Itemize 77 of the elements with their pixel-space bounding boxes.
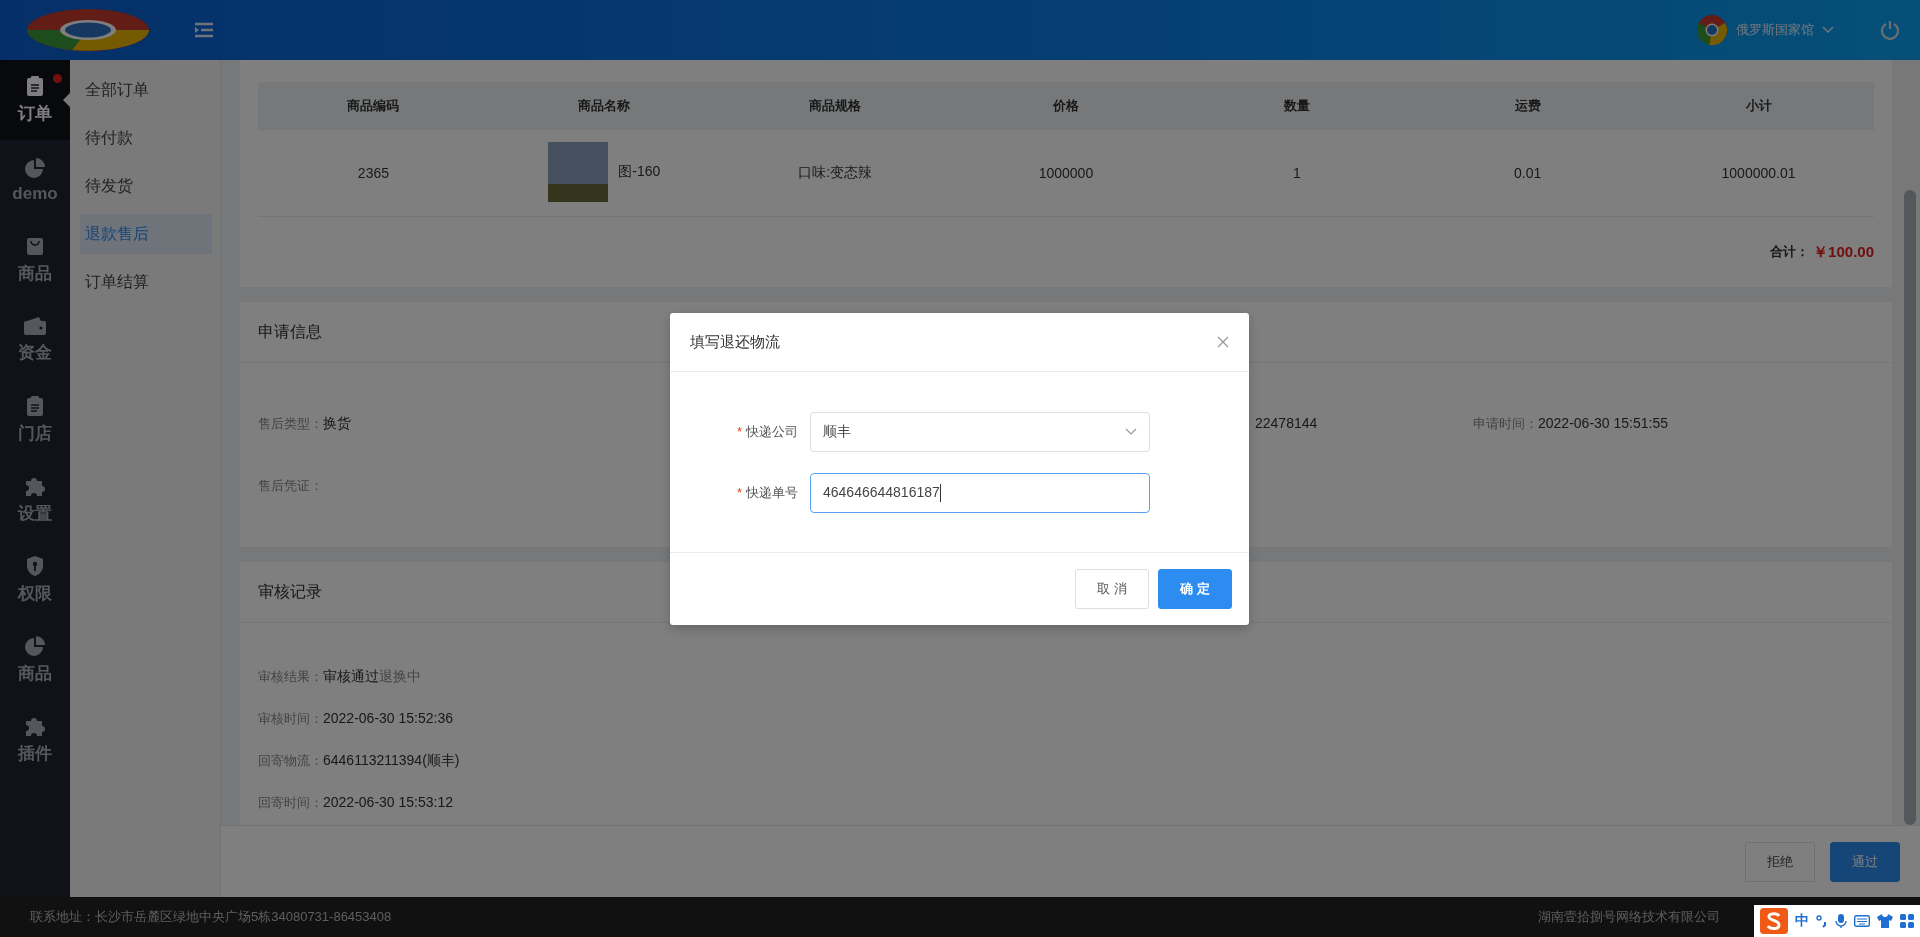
table-cell: 2365 (357, 165, 389, 181)
field-label: 审核结果： (258, 669, 323, 684)
shirt-icon[interactable] (1877, 914, 1893, 928)
nav-item[interactable]: 资金 (0, 300, 70, 380)
nav-item[interactable]: 商品 (0, 620, 70, 700)
field-value: 换货 (323, 415, 351, 431)
keyboard-icon[interactable] (1854, 915, 1870, 927)
column-header: 商品规格 (719, 82, 951, 130)
photo-placeholder (548, 141, 609, 202)
column-header: 价格 (950, 82, 1182, 130)
nav-item[interactable]: 设置 (0, 460, 70, 540)
cancel-button[interactable]: 取 消 (1075, 569, 1149, 609)
ime-logo-icon[interactable] (1760, 908, 1788, 934)
total-amount: ￥100.00 (1813, 242, 1874, 262)
nav-item[interactable]: 订单 (0, 60, 70, 140)
submenu-item[interactable]: 全部订单 (80, 70, 212, 110)
chevron-down-icon (1822, 26, 1834, 34)
submenu-item[interactable]: 待付款 (80, 118, 212, 158)
reject-button[interactable]: 拒绝 (1745, 841, 1815, 882)
submenu-item[interactable]: 待发货 (80, 166, 212, 206)
wallet-icon (23, 316, 47, 336)
required-mark: * (736, 424, 742, 439)
puzzle-icon (24, 475, 46, 497)
nav-item[interactable]: 插件 (0, 700, 70, 780)
puzzle-icon (24, 715, 46, 737)
confirm-button[interactable]: 确 定 (1158, 569, 1232, 609)
menu-icon[interactable] (194, 22, 214, 38)
pie-chart-icon (24, 156, 46, 179)
contact-address: 联系地址：长沙市岳麓区绿地中央广场5栋34080731-86453408 (30, 908, 392, 926)
clipboard-icon (25, 75, 45, 97)
column-header: 运费 (1412, 82, 1644, 130)
table-cell: 1000000.01 (1721, 165, 1796, 181)
company-name: 湖南壹拾捌号网络技术有限公司 (1538, 908, 1720, 926)
tracking-number-field[interactable]: 464646644816187 (810, 473, 1150, 513)
field-label: 审核时间： (258, 711, 323, 726)
table-cell: 1 (1292, 165, 1301, 181)
field-value: 22478144 (1255, 415, 1318, 431)
clipboard-icon (25, 395, 45, 417)
courier-select[interactable]: 顺丰 (810, 412, 1150, 452)
table-cell: 图-160 (618, 162, 661, 181)
user-menu[interactable]: 俄罗斯国家馆 (1696, 14, 1834, 46)
nav-item[interactable]: 门店 (0, 380, 70, 460)
input-mode-toggle[interactable]: 中 (1795, 912, 1809, 930)
close-icon[interactable] (1217, 336, 1229, 348)
field-value: 审核通过 (323, 668, 379, 684)
column-header: 数量 (1181, 82, 1413, 130)
nav-item[interactable]: 商品 (0, 220, 70, 300)
punctuation-icon[interactable] (1816, 914, 1828, 928)
approve-button[interactable]: 通过 (1830, 841, 1900, 882)
column-header: 小计 (1643, 82, 1874, 130)
column-header: 商品编码 (258, 82, 489, 130)
required-mark: * (736, 485, 742, 500)
total-label: 合计： (1770, 243, 1810, 261)
nav-item[interactable]: demo (0, 140, 70, 220)
chevron-down-icon (1125, 428, 1137, 436)
status-text: 退换中 (379, 668, 421, 684)
nav-item[interactable]: 权限 (0, 540, 70, 620)
dialog-title: 填写退还物流 (690, 332, 780, 352)
field-label: 快递公司 (746, 424, 798, 439)
table-cell: 0.01 (1514, 165, 1542, 181)
submenu-item[interactable]: 退款售后 (80, 214, 212, 254)
bag-icon (25, 235, 45, 257)
field-label: 售后凭证： (258, 478, 323, 493)
microphone-icon[interactable] (1835, 913, 1847, 929)
field-value: 2022-06-30 15:51:55 (1538, 415, 1668, 431)
pie-chart-icon (24, 635, 46, 657)
field-label: 快递单号 (746, 485, 798, 500)
table-cell: 口味:变态辣 (798, 164, 873, 180)
submenu-item[interactable]: 订单结算 (80, 262, 212, 302)
grid-icon[interactable] (1900, 914, 1914, 928)
field-label: 售后类型： (258, 416, 323, 431)
globe-logo-icon (1696, 14, 1728, 46)
table-cell: 1000000 (1038, 165, 1094, 181)
column-header: 商品名称 (488, 82, 720, 130)
field-value: 2022-06-30 15:52:36 (323, 710, 453, 726)
field-value: 2022-06-30 15:53:12 (323, 794, 453, 810)
shield-icon (25, 555, 45, 577)
